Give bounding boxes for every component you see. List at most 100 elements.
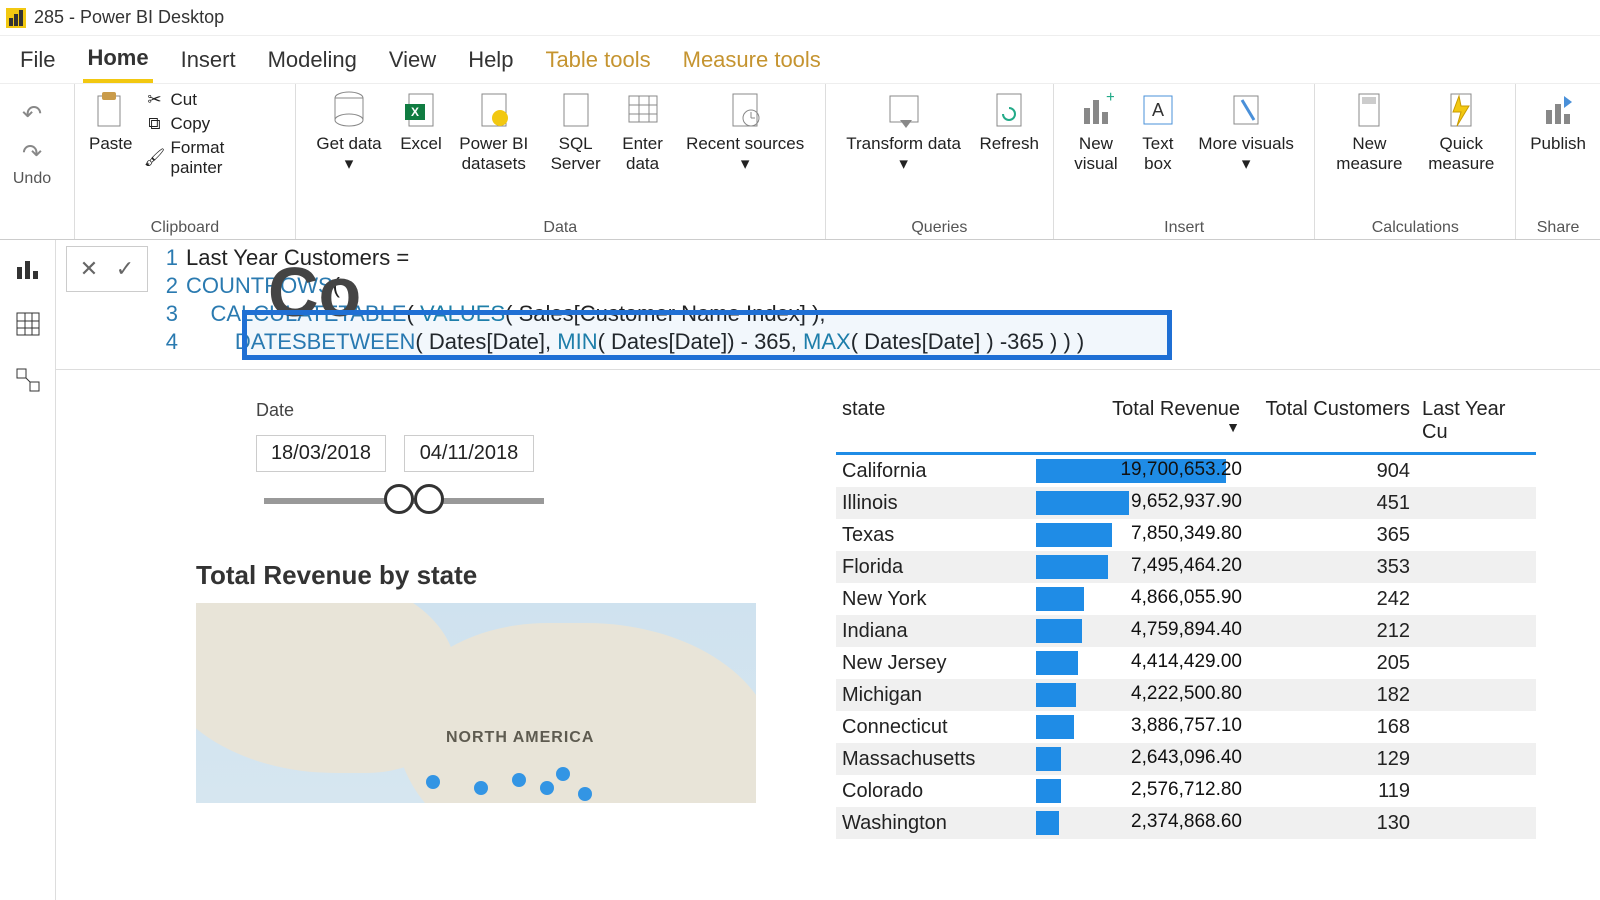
table-row[interactable]: New York4,866,055.90242 bbox=[836, 583, 1536, 615]
grid-icon bbox=[623, 90, 663, 130]
tab-help[interactable]: Help bbox=[464, 39, 517, 81]
tab-table-tools[interactable]: Table tools bbox=[541, 39, 654, 81]
new-measure-button[interactable]: New measure bbox=[1329, 90, 1409, 175]
cell-revenue: 2,374,868.60 bbox=[1036, 809, 1246, 837]
paste-icon bbox=[91, 90, 131, 130]
cell-lastyear bbox=[1416, 500, 1536, 506]
table-row[interactable]: Michigan4,222,500.80182 bbox=[836, 679, 1536, 711]
more-visuals-icon bbox=[1226, 90, 1266, 130]
cell-lastyear bbox=[1416, 628, 1536, 634]
sql-server-button[interactable]: SQL Server bbox=[546, 90, 606, 175]
cell-revenue: 7,850,349.80 bbox=[1036, 521, 1246, 549]
data-view-button[interactable] bbox=[12, 308, 44, 340]
get-data-button[interactable]: Get data ▾ bbox=[310, 90, 388, 175]
cell-revenue: 7,495,464.20 bbox=[1036, 553, 1246, 581]
cell-revenue: 4,414,429.00 bbox=[1036, 649, 1246, 677]
table-row[interactable]: Illinois9,652,937.90451 bbox=[836, 487, 1536, 519]
cell-customers: 182 bbox=[1246, 681, 1416, 710]
cell-customers: 212 bbox=[1246, 617, 1416, 646]
col-header-state[interactable]: state bbox=[836, 390, 1036, 452]
paste-label: Paste bbox=[89, 134, 132, 154]
group-calc-label: Calculations bbox=[1329, 217, 1501, 239]
publish-button[interactable]: Publish bbox=[1530, 90, 1586, 154]
tab-file[interactable]: File bbox=[16, 39, 59, 81]
group-insert-label: Insert bbox=[1068, 217, 1300, 239]
format-painter-button[interactable]: 🖌Format painter bbox=[144, 138, 280, 178]
refresh-button[interactable]: Refresh bbox=[979, 90, 1039, 154]
map-visual[interactable]: NORTH AMERICA bbox=[196, 603, 756, 803]
cell-state: New York bbox=[836, 585, 1036, 614]
sql-icon bbox=[556, 90, 596, 130]
paste-button[interactable]: Paste bbox=[89, 90, 132, 154]
quick-measure-button[interactable]: Quick measure bbox=[1421, 90, 1501, 175]
transform-data-button[interactable]: Transform data ▾ bbox=[840, 90, 968, 175]
cell-customers: 130 bbox=[1246, 809, 1416, 838]
copy-button[interactable]: ⧉Copy bbox=[144, 114, 280, 134]
database-icon bbox=[329, 90, 369, 130]
date-slider[interactable] bbox=[264, 498, 544, 504]
tab-measure-tools[interactable]: Measure tools bbox=[679, 39, 825, 81]
table-row[interactable]: Washington2,374,868.60130 bbox=[836, 807, 1536, 839]
table-row[interactable]: Connecticut3,886,757.10168 bbox=[836, 711, 1536, 743]
model-view-button[interactable] bbox=[12, 364, 44, 396]
table-row[interactable]: California19,700,653.20904 bbox=[836, 455, 1536, 487]
text-icon: A bbox=[1138, 90, 1178, 130]
table-visual[interactable]: state Total Revenue▼ Total Customers Las… bbox=[836, 390, 1536, 839]
enter-data-button[interactable]: Enter data bbox=[618, 90, 668, 175]
text-box-button[interactable]: AText box bbox=[1136, 90, 1180, 175]
excel-button[interactable]: XExcel bbox=[400, 90, 442, 154]
background-title: Co bbox=[268, 278, 361, 306]
col-header-lastyear[interactable]: Last Year Cu bbox=[1416, 390, 1536, 452]
undo-button[interactable]: ↶ bbox=[22, 100, 42, 129]
publish-icon bbox=[1538, 90, 1578, 130]
cell-lastyear bbox=[1416, 692, 1536, 698]
cell-lastyear bbox=[1416, 532, 1536, 538]
table-row[interactable]: Colorado2,576,712.80119 bbox=[836, 775, 1536, 807]
cell-lastyear bbox=[1416, 820, 1536, 826]
table-row[interactable]: Florida7,495,464.20353 bbox=[836, 551, 1536, 583]
col-header-revenue[interactable]: Total Revenue▼ bbox=[1036, 390, 1246, 452]
cell-customers: 119 bbox=[1246, 777, 1416, 806]
group-undo-label: Undo bbox=[4, 168, 60, 190]
col-header-customers[interactable]: Total Customers bbox=[1246, 390, 1416, 452]
formula-cancel-button[interactable]: ✕ bbox=[73, 253, 105, 285]
report-view-button[interactable] bbox=[12, 252, 44, 284]
brush-icon: 🖌 bbox=[144, 148, 164, 168]
date-from-input[interactable]: 18/03/2018 bbox=[256, 435, 386, 472]
slider-handle-left[interactable] bbox=[384, 484, 414, 514]
recent-sources-button[interactable]: Recent sources ▾ bbox=[680, 90, 811, 175]
tab-home[interactable]: Home bbox=[83, 37, 152, 83]
tab-view[interactable]: View bbox=[385, 39, 440, 81]
tab-modeling[interactable]: Modeling bbox=[264, 39, 361, 81]
cell-revenue: 4,759,894.40 bbox=[1036, 617, 1246, 645]
cell-lastyear bbox=[1416, 468, 1536, 474]
slider-handle-right[interactable] bbox=[414, 484, 444, 514]
formula-commit-button[interactable]: ✓ bbox=[109, 253, 141, 285]
more-visuals-button[interactable]: More visuals ▾ bbox=[1192, 90, 1301, 175]
cell-lastyear bbox=[1416, 788, 1536, 794]
cell-lastyear bbox=[1416, 724, 1536, 730]
formula-bar: ✕ ✓ Co 1Last Year Customers = 2COUNTROWS… bbox=[56, 240, 1600, 370]
svg-text:+: + bbox=[1106, 90, 1114, 106]
date-to-input[interactable]: 04/11/2018 bbox=[404, 435, 534, 472]
cell-revenue: 3,886,757.10 bbox=[1036, 713, 1246, 741]
new-visual-button[interactable]: +New visual bbox=[1068, 90, 1124, 175]
redo-button[interactable]: ↷ bbox=[22, 139, 42, 168]
quick-icon bbox=[1441, 90, 1481, 130]
table-row[interactable]: New Jersey4,414,429.00205 bbox=[836, 647, 1536, 679]
table-row[interactable]: Massachusetts2,643,096.40129 bbox=[836, 743, 1536, 775]
table-row[interactable]: Texas7,850,349.80365 bbox=[836, 519, 1536, 551]
formula-editor[interactable]: Co 1Last Year Customers = 2COUNTROWS( 3 … bbox=[148, 240, 1600, 360]
title-bar: 285 - Power BI Desktop bbox=[0, 0, 1600, 36]
left-nav-rail bbox=[0, 240, 56, 900]
cell-customers: 451 bbox=[1246, 489, 1416, 518]
pbi-datasets-button[interactable]: Power BI datasets bbox=[454, 90, 534, 175]
table-row[interactable]: Indiana4,759,894.40212 bbox=[836, 615, 1536, 647]
cell-revenue: 2,576,712.80 bbox=[1036, 777, 1246, 805]
tab-insert[interactable]: Insert bbox=[177, 39, 240, 81]
map-region-label: NORTH AMERICA bbox=[446, 729, 594, 747]
cell-customers: 168 bbox=[1246, 713, 1416, 742]
cell-revenue: 2,643,096.40 bbox=[1036, 745, 1246, 773]
group-clipboard-label: Clipboard bbox=[89, 217, 281, 239]
cut-button[interactable]: ✂Cut bbox=[144, 90, 280, 110]
